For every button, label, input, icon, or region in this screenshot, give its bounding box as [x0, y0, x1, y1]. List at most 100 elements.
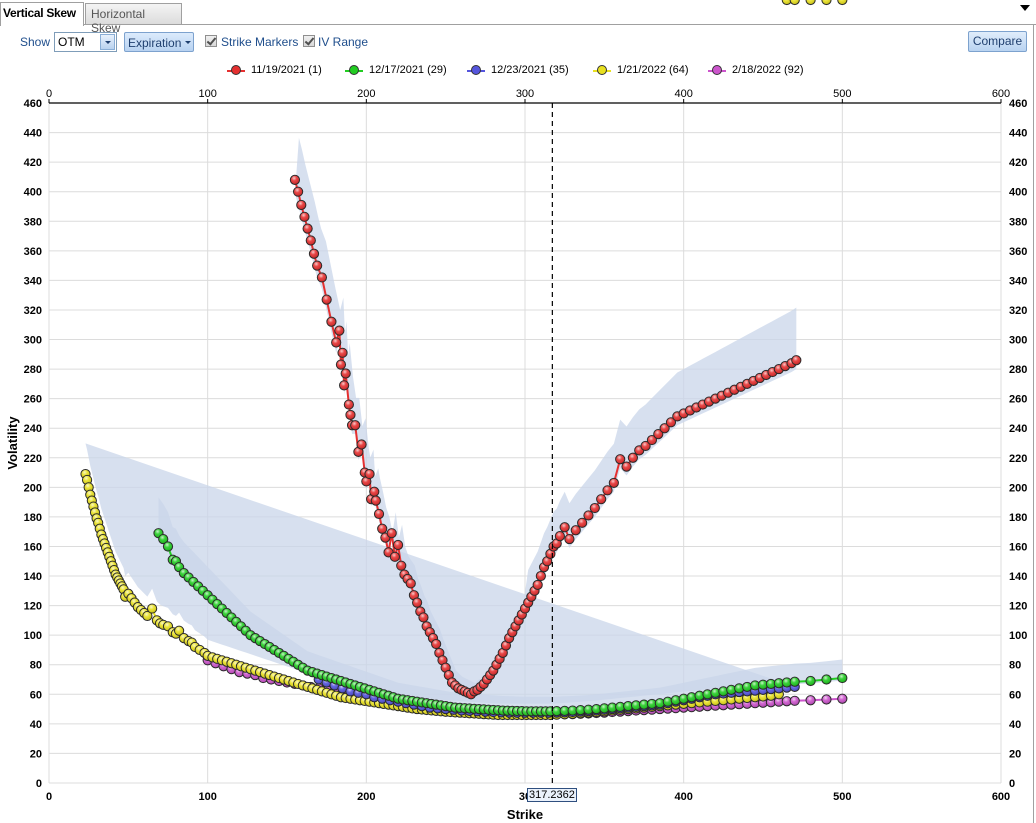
data-point-gloss: [365, 469, 374, 479]
data-point-gloss: [806, 676, 815, 686]
y-tick-label-right: 400: [1009, 187, 1027, 199]
data-point-gloss: [147, 604, 157, 613]
y-tick-label-left: 320: [24, 305, 42, 317]
y-tick-label-right: 80: [1009, 660, 1021, 672]
data-point-gloss: [679, 694, 688, 703]
data-point-gloss: [300, 212, 309, 222]
tab-vertical-skew[interactable]: Vertical Skew: [0, 2, 84, 26]
x-tick-label-bottom: 200: [357, 791, 375, 803]
y-tick-label-right: 200: [1009, 482, 1027, 494]
x-tick-label-bottom: 600: [992, 791, 1010, 803]
y-tick-label-right: 20: [1009, 748, 1021, 760]
data-point-gloss: [571, 526, 580, 535]
volatility-skew-chart[interactable]: 0 020 2040 4060 6080 80100 100120 120140 140160 1…: [0, 0, 1030, 823]
y-tick-label-left: 160: [24, 541, 42, 553]
y-tick-label-right: 420: [1009, 157, 1027, 169]
y-tick-label-right: 320: [1009, 305, 1027, 317]
data-point-gloss: [655, 698, 665, 708]
x-tick-label-top: 400: [674, 88, 692, 100]
x-axis-title: Strike: [507, 807, 543, 822]
data-point-gloss: [822, 695, 831, 704]
x-tick-label-top: 200: [357, 88, 375, 100]
y-tick-label-left: 340: [24, 275, 42, 287]
y-tick-label-right: 300: [1009, 335, 1027, 347]
data-point-gloss: [419, 613, 428, 622]
y-tick-label-right: 120: [1009, 601, 1027, 613]
y-tick-label-right: 180: [1009, 512, 1027, 524]
data-point-gloss: [357, 440, 366, 449]
y-tick-label-right: 260: [1009, 394, 1027, 406]
data-point-gloss: [338, 348, 347, 358]
data-point-gloss: [565, 534, 574, 544]
data-point-gloss: [290, 175, 300, 185]
y-tick-label-left: 460: [24, 98, 42, 110]
y-tick-label-right: 240: [1009, 423, 1027, 435]
data-point-gloss: [393, 540, 403, 550]
x-tick-label-top: 100: [198, 88, 216, 100]
data-point-gloss: [628, 453, 638, 462]
data-point-gloss: [397, 561, 406, 570]
data-point-gloss: [378, 524, 387, 533]
y-tick-label-left: 260: [24, 394, 42, 406]
y-tick-label-right: 360: [1009, 246, 1027, 258]
y-tick-label-left: 20: [30, 748, 42, 760]
y-tick-label-right: 100: [1009, 630, 1027, 642]
data-point-gloss: [838, 694, 847, 703]
data-point-gloss: [344, 400, 354, 409]
data-point-gloss: [695, 691, 704, 700]
cursor-strike-label: 317.2362: [527, 788, 577, 802]
data-point-gloss: [603, 486, 612, 495]
data-point-gloss: [331, 338, 341, 347]
data-point-gloss: [735, 684, 744, 693]
y-tick-label-left: 120: [24, 601, 42, 613]
data-point-gloss: [317, 273, 327, 282]
data-point-gloss: [792, 356, 801, 365]
y-tick-label-right: 440: [1009, 128, 1027, 140]
data-point-gloss: [742, 682, 752, 692]
data-point-gloss: [335, 326, 344, 335]
y-tick-label-left: 180: [24, 512, 42, 524]
y-tick-label-left: 360: [24, 246, 42, 258]
y-tick-label-left: 140: [24, 571, 42, 583]
x-tick-label-bottom: 400: [674, 791, 692, 803]
data-point-gloss: [671, 696, 680, 705]
y-tick-label-left: 300: [24, 335, 42, 347]
data-point-gloss: [406, 579, 415, 588]
y-tick-label-right: 280: [1009, 364, 1027, 376]
y-tick-label-right: 40: [1009, 719, 1021, 731]
y-tick-label-left: 240: [24, 423, 42, 435]
x-tick-label-top: 600: [992, 88, 1010, 100]
data-point-gloss: [727, 685, 736, 695]
data-point-gloss: [703, 690, 712, 699]
data-point-gloss: [687, 693, 696, 702]
x-tick-label-bottom: 500: [833, 791, 851, 803]
x-tick-label-top: 300: [516, 88, 534, 100]
data-point-gloss: [341, 369, 350, 378]
data-point-gloss: [806, 696, 815, 705]
y-tick-label-left: 80: [30, 660, 42, 672]
data-point-gloss: [431, 639, 441, 649]
data-point-gloss: [412, 598, 422, 607]
y-tick-label-right: 140: [1009, 571, 1027, 583]
data-point-gloss: [560, 523, 569, 532]
y-tick-label-left: 420: [24, 157, 42, 169]
y-tick-label-right: 380: [1009, 216, 1027, 228]
data-point-gloss: [374, 509, 384, 519]
y-tick-label-left: 380: [24, 216, 42, 228]
y-tick-label-left: 60: [30, 689, 42, 701]
iv-range-bands: [85, 137, 843, 714]
data-point-gloss: [346, 410, 355, 420]
data-point-gloss: [555, 531, 565, 541]
y-tick-label-left: 200: [24, 482, 42, 494]
data-point-gloss: [719, 687, 728, 696]
x-tick-label-top: 0: [46, 88, 52, 100]
data-point-gloss: [339, 381, 349, 390]
data-point-gloss: [371, 496, 381, 505]
y-tick-label-left: 220: [24, 453, 42, 465]
data-point-gloss: [584, 511, 593, 520]
data-point-gloss: [622, 462, 631, 471]
data-point-gloss: [387, 528, 396, 538]
data-point-gloss: [303, 224, 312, 233]
y-tick-label-left: 100: [24, 630, 42, 642]
y-tick-label-left: 40: [30, 719, 42, 731]
